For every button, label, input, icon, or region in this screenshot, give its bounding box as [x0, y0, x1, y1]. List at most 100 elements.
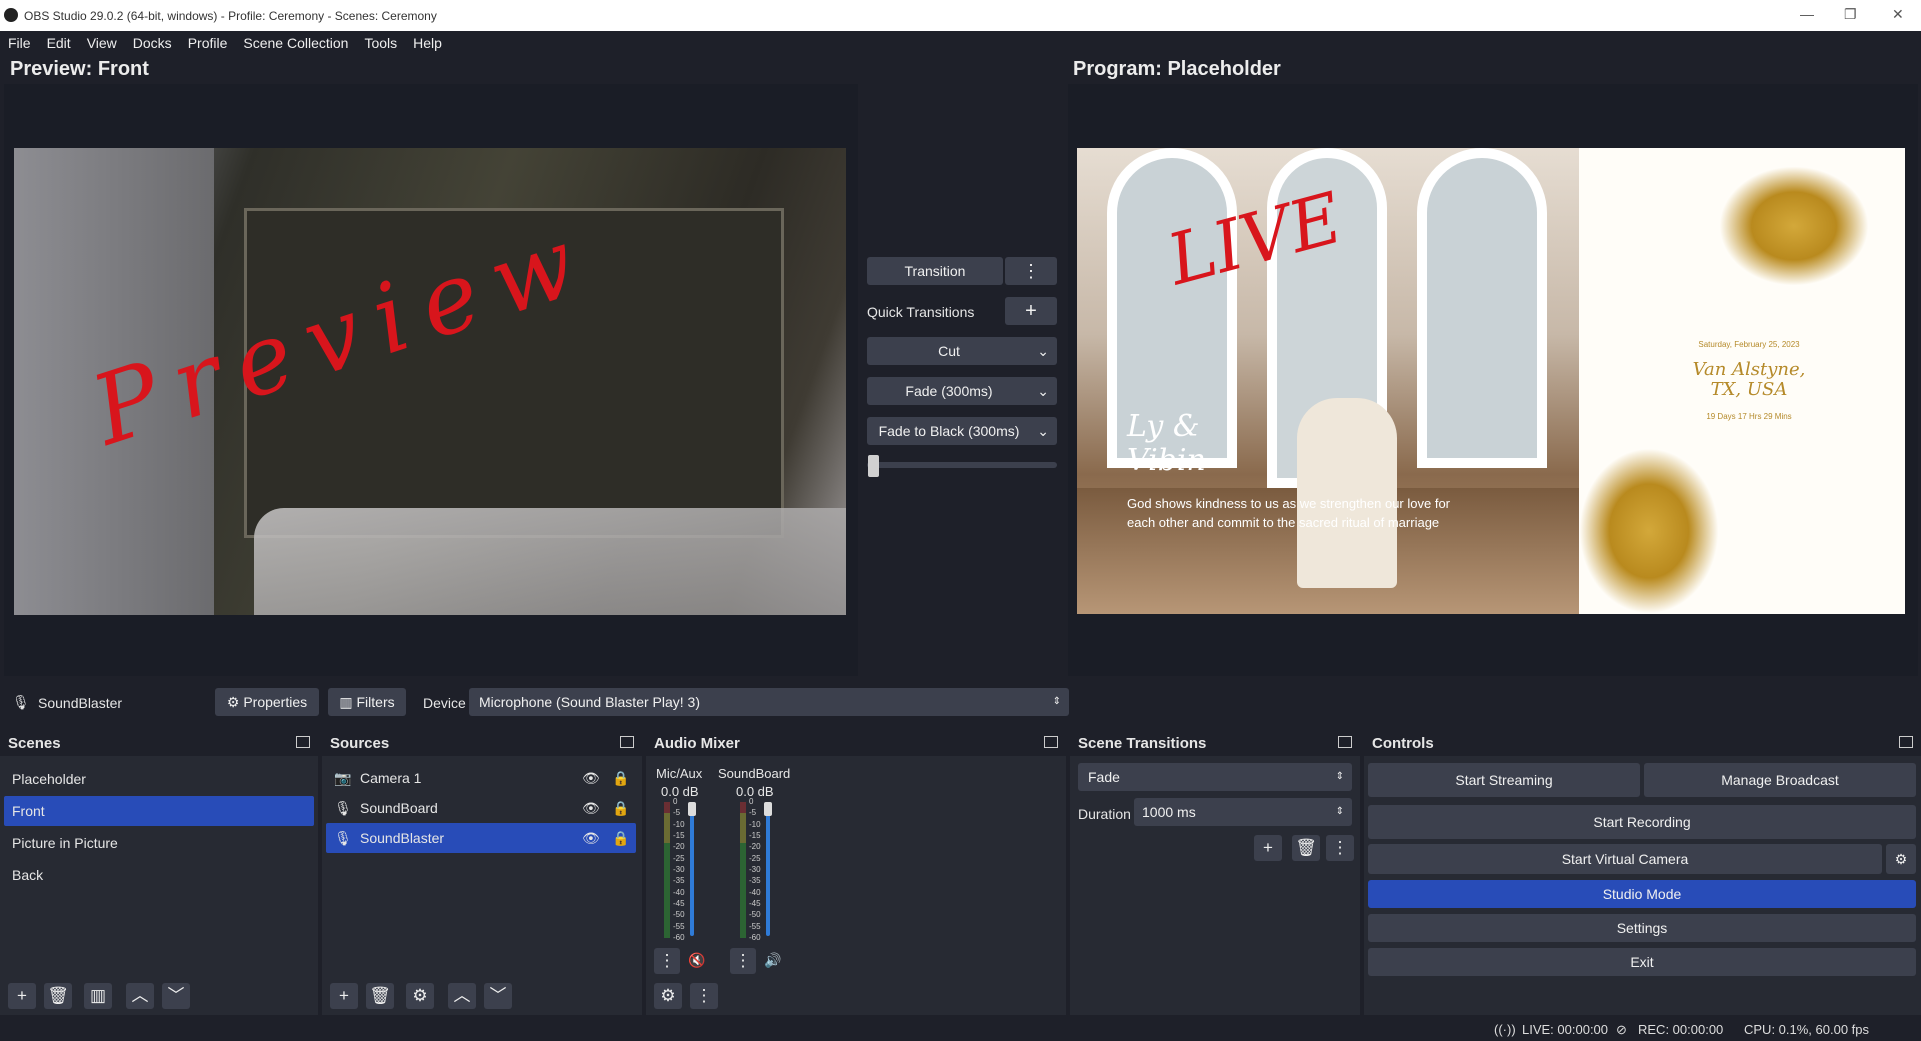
remove-scene-button[interactable]: 🗑	[44, 983, 72, 1009]
lock-icon[interactable]: 🔒	[612, 763, 629, 793]
volume-fader[interactable]	[690, 806, 694, 936]
tbar-slider[interactable]	[867, 462, 1057, 468]
menu-help[interactable]: Help	[405, 31, 450, 55]
scene-item[interactable]: Picture in Picture	[4, 828, 314, 858]
meter-scale-tick: -60	[749, 933, 761, 942]
preview-canvas[interactable]: Preview	[14, 148, 846, 615]
undock-icon[interactable]	[1044, 736, 1058, 748]
move-scene-down-button[interactable]: ﹀	[162, 983, 190, 1009]
scene-item[interactable]: Front	[4, 796, 314, 826]
meter-scale-tick: -10	[673, 819, 685, 829]
source-properties-button[interactable]: ⚙	[406, 983, 434, 1009]
source-item-soundboard[interactable]: 🎙 SoundBoard 👁 🔒	[326, 793, 636, 823]
speaker-icon[interactable]: 🔊	[764, 952, 781, 969]
undock-icon[interactable]	[1899, 736, 1913, 748]
microphone-icon: 🎙	[12, 694, 30, 710]
menu-docks[interactable]: Docks	[125, 31, 180, 55]
controls-panel: Controls Start Streaming Manage Broadcas…	[1364, 730, 1921, 1015]
properties-label: Properties	[243, 694, 308, 710]
add-transition-button[interactable]: +	[1254, 835, 1282, 861]
sources-header: Sources	[322, 730, 642, 756]
maximize-button[interactable]: ❐	[1844, 6, 1857, 23]
quick-transition-fade-to-black[interactable]: Fade to Black (300ms) ⌄	[867, 417, 1057, 445]
move-scene-up-button[interactable]: ︿	[126, 983, 154, 1009]
scene-item[interactable]: Back	[4, 860, 314, 890]
undock-icon[interactable]	[1338, 736, 1352, 748]
spinner-icon[interactable]: ⇕	[1336, 798, 1344, 826]
transition-select[interactable]: Fade ⇕	[1078, 763, 1352, 791]
add-scene-button[interactable]: +	[8, 983, 36, 1009]
remove-transition-button[interactable]: 🗑	[1292, 835, 1320, 861]
paper-image	[254, 508, 846, 615]
start-recording-button[interactable]: Start Recording	[1368, 805, 1916, 839]
meter-scale-tick: -40	[673, 887, 685, 897]
menu-edit[interactable]: Edit	[39, 31, 79, 55]
meter-scale-tick: -60	[673, 933, 685, 942]
transition-menu-button[interactable]: ⋮	[1005, 257, 1057, 285]
quick-transition-label: Cut	[938, 343, 960, 359]
add-quick-transition-button[interactable]: +	[1005, 297, 1057, 325]
move-source-up-button[interactable]: ︿	[448, 983, 476, 1009]
plus-icon: +	[17, 986, 27, 1005]
start-streaming-button[interactable]: Start Streaming	[1368, 763, 1640, 797]
meter-scale-tick: -5	[749, 808, 757, 818]
more-vertical-icon: ⋮	[1022, 261, 1040, 281]
quick-transitions-label: Quick Transitions	[867, 304, 975, 320]
quick-transition-fade[interactable]: Fade (300ms) ⌄	[867, 377, 1057, 405]
volume-fader[interactable]	[766, 806, 770, 936]
studio-mode-button[interactable]: Studio Mode	[1368, 880, 1916, 908]
menu-profile[interactable]: Profile	[180, 31, 236, 55]
channel-menu-button[interactable]: ⋮	[730, 948, 756, 974]
quick-transition-cut[interactable]: Cut ⌄	[867, 337, 1057, 365]
minimize-button[interactable]: —	[1800, 6, 1814, 22]
menu-file[interactable]: File	[0, 31, 39, 55]
scene-filters-button[interactable]: ▥	[84, 983, 112, 1009]
close-button[interactable]: ✕	[1892, 6, 1904, 23]
start-virtual-camera-button[interactable]: Start Virtual Camera	[1368, 844, 1882, 874]
remove-source-button[interactable]: 🗑	[366, 983, 394, 1009]
transition-menu-button[interactable]: ⋮	[1326, 835, 1354, 861]
properties-button[interactable]: ⚙ Properties	[215, 688, 319, 716]
updown-icon: ⇕	[1052, 696, 1061, 707]
tbar-handle[interactable]	[868, 455, 879, 477]
eye-icon[interactable]: 👁	[582, 793, 600, 823]
undock-icon[interactable]	[296, 736, 310, 748]
trash-icon: 🗑	[47, 986, 69, 1005]
advanced-audio-button[interactable]: ⚙	[654, 983, 682, 1009]
eye-icon[interactable]: 👁	[582, 763, 600, 793]
virtual-camera-settings-button[interactable]: ⚙	[1886, 844, 1916, 874]
device-select[interactable]: Microphone (Sound Blaster Play! 3) ⇕	[469, 688, 1069, 716]
undock-icon[interactable]	[620, 736, 634, 748]
source-item-camera[interactable]: 📷 Camera 1 👁 🔒	[326, 763, 636, 793]
lock-icon[interactable]: 🔒	[612, 823, 629, 853]
filters-button[interactable]: ▥ Filters	[328, 688, 406, 716]
fader-handle[interactable]	[688, 802, 696, 816]
lock-icon[interactable]: 🔒	[612, 793, 629, 823]
scene-item[interactable]: Placeholder	[4, 764, 314, 794]
microphone-icon: 🎙	[334, 830, 352, 846]
eye-icon[interactable]: 👁	[582, 823, 600, 853]
transition-button[interactable]: Transition	[867, 257, 1003, 285]
source-item-soundblaster[interactable]: 🎙 SoundBlaster 👁 🔒	[326, 823, 636, 853]
properties-bar: 🎙 SoundBlaster ⚙ Properties ▥ Filters De…	[0, 686, 1921, 720]
menu-scene-collection[interactable]: Scene Collection	[235, 31, 356, 55]
settings-button[interactable]: Settings	[1368, 914, 1916, 942]
trash-icon: 🗑	[1295, 838, 1317, 857]
exit-button[interactable]: Exit	[1368, 948, 1916, 976]
mixer-menu-button[interactable]: ⋮	[690, 983, 718, 1009]
sources-title: Sources	[330, 735, 390, 752]
duration-input[interactable]: 1000 ms ⇕	[1134, 798, 1352, 826]
add-source-button[interactable]: +	[330, 983, 358, 1009]
meter-scale: 0 -5 -10 -15 -20 -25 -30 -35 -40 -45 -50 -55 -60	[673, 797, 689, 942]
menu-tools[interactable]: Tools	[356, 31, 405, 55]
fader-handle[interactable]	[764, 802, 772, 816]
audio-mixer-panel: Audio Mixer Mic/Aux SoundBoard 0.0 dB 0.…	[646, 730, 1066, 1015]
channel-menu-button[interactable]: ⋮	[654, 948, 680, 974]
muted-speaker-icon[interactable]: 🔇	[688, 952, 705, 969]
menu-view[interactable]: View	[79, 31, 125, 55]
gear-icon: ⚙	[226, 694, 240, 710]
chevron-up-icon: ︿	[131, 986, 149, 1005]
manage-broadcast-button[interactable]: Manage Broadcast	[1644, 763, 1916, 797]
cpu-fps: CPU: 0.1%, 60.00 fps	[1744, 1022, 1870, 1037]
move-source-down-button[interactable]: ﹀	[484, 983, 512, 1009]
